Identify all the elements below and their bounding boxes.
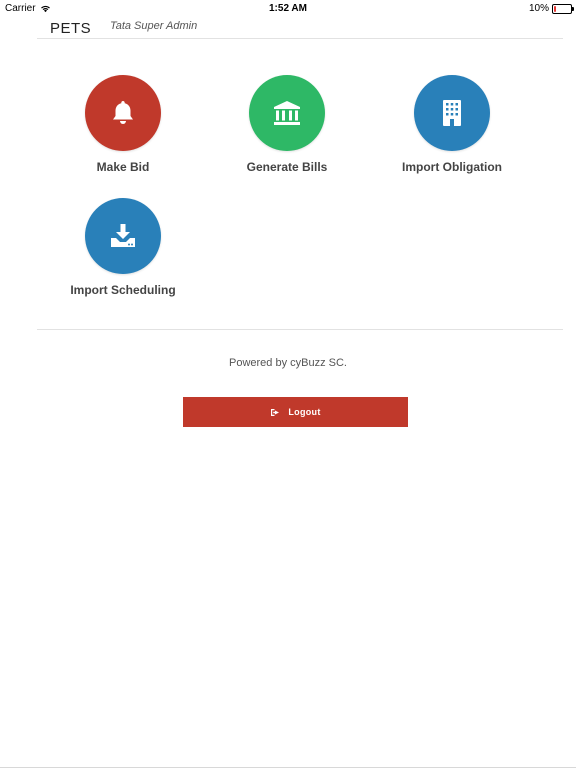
logout-icon — [271, 408, 280, 416]
tile-label: Make Bid — [96, 160, 150, 174]
bank-icon — [274, 101, 300, 125]
section-divider — [37, 329, 563, 330]
import-scheduling-button[interactable] — [85, 198, 161, 274]
battery-tip — [572, 6, 574, 11]
app-title: PETS — [50, 20, 92, 37]
logout-button[interactable]: Logout — [183, 397, 408, 427]
status-right: 10% — [528, 3, 574, 14]
make-bid-button[interactable] — [85, 75, 161, 151]
battery-icon — [552, 3, 574, 14]
import-obligation-button[interactable] — [414, 75, 490, 151]
building-icon — [443, 100, 461, 126]
app-header: PETS Tata Super Admin — [0, 16, 576, 38]
battery-level — [554, 5, 556, 12]
generate-bills-button[interactable] — [249, 75, 325, 151]
tile-label: Import Obligation — [402, 160, 502, 174]
status-bar: Carrier 1:52 AM 10% — [0, 0, 576, 16]
battery-percent: 10% — [528, 3, 549, 14]
header-divider — [37, 38, 563, 39]
logout-label: Logout — [288, 407, 321, 417]
user-role: Tata Super Admin — [110, 20, 198, 32]
status-time: 1:52 AM — [269, 3, 307, 14]
tile-generate-bills[interactable]: Generate Bills — [212, 75, 362, 174]
download-tray-icon — [111, 224, 135, 247]
tile-label: Generate Bills — [246, 160, 328, 174]
tile-label: Import Scheduling — [70, 283, 176, 297]
tile-import-scheduling[interactable]: Import Scheduling — [48, 198, 198, 297]
powered-by-text: Powered by cyBuzz SC. — [229, 357, 347, 369]
bell-icon — [113, 101, 133, 124]
tile-import-obligation[interactable]: Import Obligation — [377, 75, 527, 174]
app-screen: Carrier 1:52 AM 10% PETS Tata Super Admi… — [0, 0, 576, 768]
tile-make-bid[interactable]: Make Bid — [48, 75, 198, 174]
